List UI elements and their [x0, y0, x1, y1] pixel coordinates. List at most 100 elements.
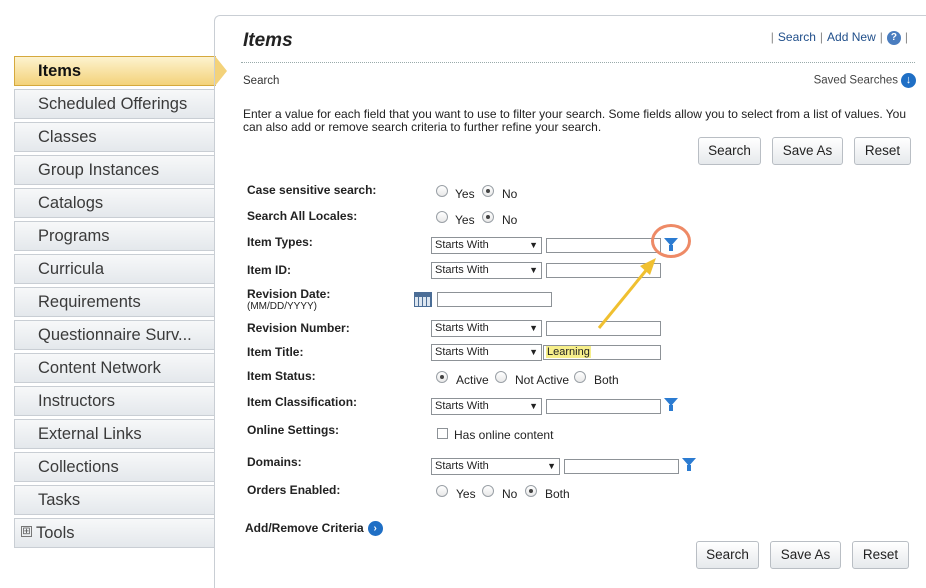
dropdown-caret-icon: ▼	[529, 265, 538, 275]
saved-searches-label: Saved Searches	[813, 74, 898, 87]
separator: |	[819, 30, 824, 44]
revision-number-label: Revision Number:	[247, 321, 350, 335]
divider	[241, 62, 915, 63]
filter-icon[interactable]	[682, 458, 696, 471]
search-button-bottom[interactable]: Search	[696, 541, 759, 569]
nav-item-label: Collections	[38, 458, 119, 476]
expand-icon[interactable]: ⊞	[21, 526, 32, 538]
revision-number-operator-select[interactable]: Starts With ▼	[431, 320, 542, 337]
item-id-operator-select[interactable]: Starts With ▼	[431, 262, 542, 279]
nav-item-scheduled-offerings[interactable]: Scheduled Offerings	[14, 89, 214, 119]
item-status-active-radio[interactable]	[436, 371, 448, 383]
dropdown-caret-icon: ▼	[547, 461, 556, 471]
save-as-button-bottom[interactable]: Save As	[770, 541, 841, 569]
radio-label: Both	[545, 487, 570, 501]
item-status-both-radio[interactable]	[574, 371, 586, 383]
search-button[interactable]: Search	[698, 137, 761, 165]
nav-item-group-instances[interactable]: Group Instances	[14, 155, 214, 185]
radio-label: No	[502, 187, 518, 201]
nav-item-label: Group Instances	[38, 161, 160, 179]
domains-input[interactable]	[564, 459, 679, 474]
filter-icon[interactable]	[664, 398, 678, 411]
section-subtitle: Search	[243, 75, 280, 87]
orders-enabled-label: Orders Enabled:	[247, 483, 341, 497]
separator: |	[770, 30, 774, 44]
main-panel: Items | Search | Add New |? | Search Saved Se…	[214, 15, 926, 588]
all-locales-no-radio[interactable]	[482, 211, 494, 223]
orders-enabled-both-radio[interactable]	[525, 485, 537, 497]
select-value: Starts With	[435, 400, 489, 412]
item-types-input[interactable]	[546, 238, 661, 253]
item-title-input[interactable]: Learning	[543, 345, 661, 360]
nav-item-label: Questionnaire Surv...	[38, 326, 192, 344]
orders-enabled-no-radio[interactable]	[482, 485, 494, 497]
dropdown-caret-icon: ▼	[529, 401, 538, 411]
radio-label: No	[502, 487, 518, 501]
nav-item-items[interactable]: Items	[14, 56, 216, 86]
search-link[interactable]: Search	[778, 30, 816, 44]
reset-button-bottom[interactable]: Reset	[852, 541, 909, 569]
saved-searches-link[interactable]: Saved Searches ↓	[814, 73, 916, 88]
nav-item-label: External Links	[38, 425, 142, 443]
nav-item-programs[interactable]: Programs	[14, 221, 214, 251]
all-locales-yes-radio[interactable]	[436, 211, 448, 223]
item-title-label: Item Title:	[247, 345, 304, 359]
nav-item-questionnaire-surveys[interactable]: Questionnaire Surv...	[14, 320, 214, 350]
item-id-label: Item ID:	[247, 263, 292, 277]
dropdown-caret-icon: ▼	[529, 240, 538, 250]
item-classification-input[interactable]	[546, 399, 661, 414]
item-classification-label: Item Classification:	[247, 395, 358, 409]
nav-item-catalogs[interactable]: Catalogs	[14, 188, 214, 218]
nav-item-curricula[interactable]: Curricula	[14, 254, 214, 284]
nav-item-label: Programs	[38, 227, 110, 245]
nav-item-requirements[interactable]: Requirements	[14, 287, 214, 317]
nav-item-label: Tools	[36, 524, 75, 542]
nav-item-instructors[interactable]: Instructors	[14, 386, 214, 416]
revision-date-input[interactable]	[437, 292, 552, 307]
nav-item-external-links[interactable]: External Links	[14, 419, 214, 449]
highlighted-value: Learning	[546, 346, 591, 358]
revision-number-input[interactable]	[546, 321, 661, 336]
item-id-input[interactable]	[546, 263, 661, 278]
reset-button[interactable]: Reset	[854, 137, 911, 165]
revision-date-label: Revision Date: (MM/DD/YYYY)	[247, 287, 330, 312]
item-classification-operator-select[interactable]: Starts With ▼	[431, 398, 542, 415]
select-value: Starts With	[435, 460, 489, 472]
nav-item-label: Requirements	[38, 293, 141, 311]
domains-operator-select[interactable]: Starts With ▼	[431, 458, 560, 475]
date-format-hint: (MM/DD/YYYY)	[247, 301, 317, 312]
calendar-icon[interactable]	[414, 292, 432, 307]
revision-date-label-text: Revision Date:	[247, 287, 331, 301]
header-links: | Search | Add New |? |	[767, 30, 912, 45]
item-title-operator-select[interactable]: Starts With ▼	[431, 344, 542, 361]
download-arrow-icon[interactable]: ↓	[901, 73, 916, 88]
item-types-operator-select[interactable]: Starts With ▼	[431, 237, 542, 254]
nav-item-tasks[interactable]: Tasks	[14, 485, 214, 515]
nav-item-label: Items	[38, 62, 82, 80]
radio-label: Not Active	[515, 373, 570, 387]
orders-enabled-yes-radio[interactable]	[436, 485, 448, 497]
case-sensitive-no-radio[interactable]	[482, 185, 494, 197]
radio-label: No	[502, 213, 518, 227]
case-sensitive-yes-radio[interactable]	[436, 185, 448, 197]
nav-item-content-network[interactable]: Content Network	[14, 353, 214, 383]
domains-label: Domains:	[247, 455, 302, 469]
nav-item-collections[interactable]: Collections	[14, 452, 214, 482]
highlight-circle	[651, 224, 691, 258]
item-status-not-active-radio[interactable]	[495, 371, 507, 383]
nav-item-tools[interactable]: ⊞ Tools	[14, 518, 214, 548]
add-new-link[interactable]: Add New	[827, 30, 876, 44]
help-icon[interactable]: ?	[886, 30, 901, 45]
add-remove-criteria-link[interactable]: Add/Remove Criteria ›	[245, 521, 383, 537]
nav-item-label: Classes	[38, 128, 97, 146]
left-nav: Items Scheduled Offerings Classes Group …	[0, 0, 227, 588]
nav-item-classes[interactable]: Classes	[14, 122, 214, 152]
radio-label: Yes	[455, 213, 475, 227]
arrow-right-icon[interactable]: ›	[367, 521, 383, 537]
save-as-button[interactable]: Save As	[772, 137, 843, 165]
has-online-content-checkbox[interactable]	[437, 428, 448, 439]
nav-item-label: Content Network	[38, 359, 161, 377]
nav-item-label: Curricula	[38, 260, 105, 278]
separator: |	[879, 30, 883, 44]
all-locales-label: Search All Locales:	[247, 209, 358, 223]
